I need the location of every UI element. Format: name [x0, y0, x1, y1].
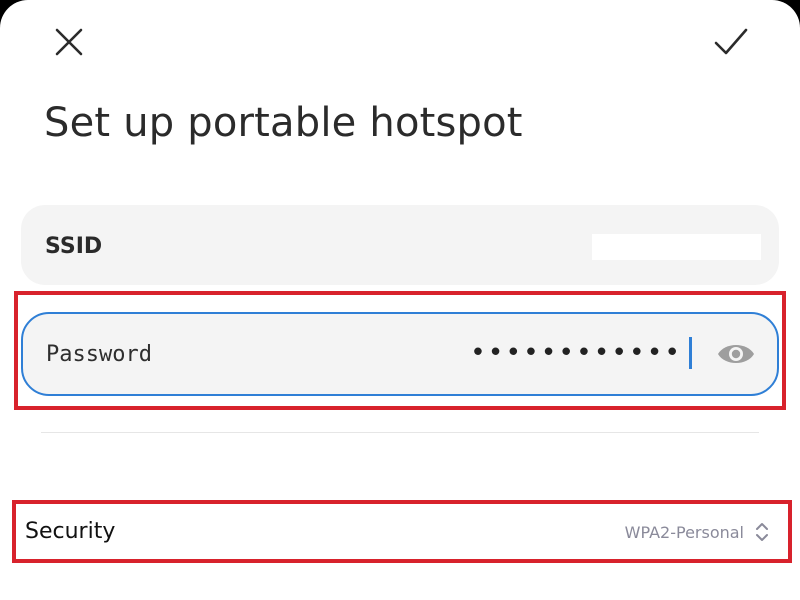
check-icon: [714, 28, 748, 55]
show-password-button[interactable]: [716, 336, 756, 372]
text-cursor: [689, 337, 692, 369]
close-button[interactable]: [45, 18, 93, 66]
security-label: Security: [25, 519, 116, 544]
password-field[interactable]: Password ••••••••••••: [21, 312, 779, 396]
close-icon: [55, 28, 83, 56]
eye-icon: [718, 345, 754, 363]
confirm-button[interactable]: [707, 18, 755, 66]
ssid-field[interactable]: SSID: [21, 205, 779, 285]
hotspot-setup-screen: Set up portable hotspot SSID Password ••…: [0, 0, 800, 600]
ssid-label: SSID: [45, 234, 103, 259]
security-selector[interactable]: Security WPA2-Personal: [16, 504, 788, 559]
divider: [41, 432, 759, 433]
page-title: Set up portable hotspot: [44, 100, 523, 146]
password-label: Password: [46, 342, 152, 367]
ssid-input[interactable]: [592, 234, 761, 260]
security-value: WPA2-Personal: [624, 523, 744, 542]
chevron-up-down-icon: [756, 523, 768, 541]
password-input[interactable]: ••••••••••••: [470, 338, 682, 368]
